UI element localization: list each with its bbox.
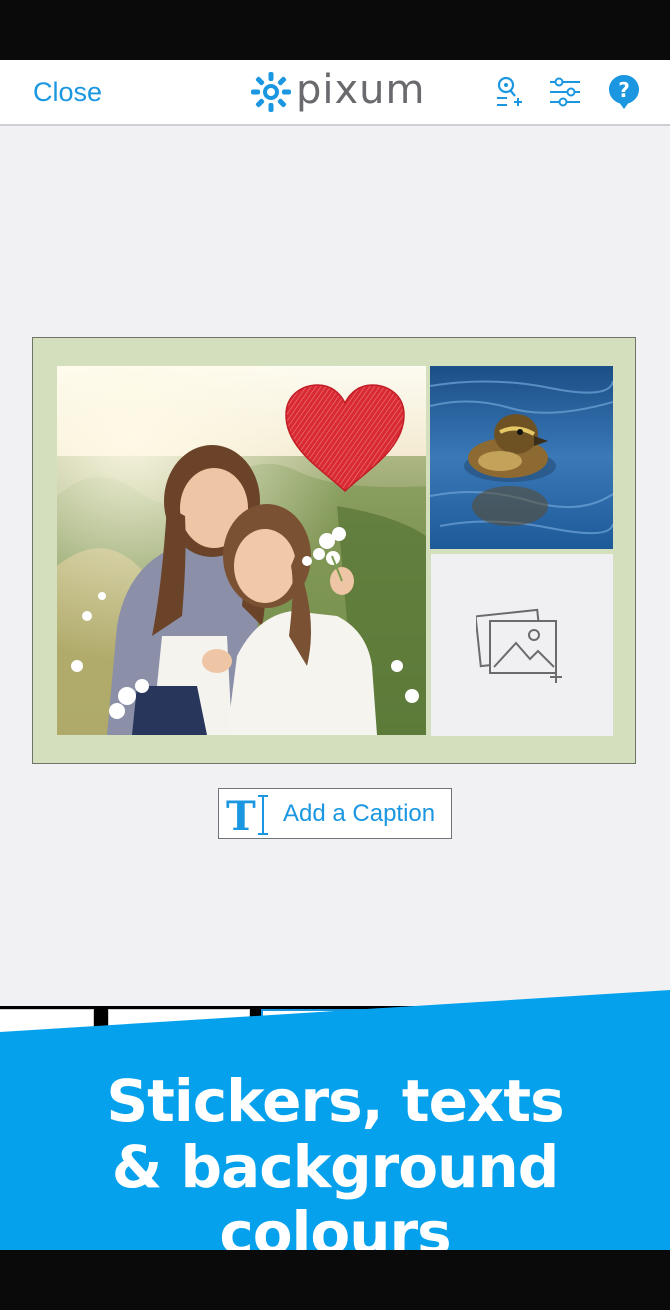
add-caption-button[interactable]: T Add a Caption [218, 788, 452, 839]
caption-label: Add a Caption [283, 799, 436, 827]
logo-text: pixum [296, 67, 426, 113]
duckling-photo[interactable] [430, 366, 613, 549]
pixum-logo: pixum [250, 67, 426, 116]
heart-sticker[interactable] [284, 383, 406, 495]
text-cursor-icon: T [219, 790, 275, 838]
add-photo-icon [476, 608, 562, 683]
status-bar [0, 0, 670, 60]
sliders-icon[interactable] [543, 70, 587, 114]
empty-photo-slot[interactable] [431, 554, 613, 736]
nav-bar [0, 1250, 670, 1310]
promo-banner-text: Stickers, texts & background colours [0, 1068, 670, 1266]
close-button[interactable]: Close [33, 72, 102, 112]
svg-text:T: T [226, 793, 256, 836]
app-header: Close pixum ? [0, 60, 670, 126]
help-icon[interactable]: ? [602, 70, 646, 114]
zoom-add-icon[interactable] [487, 70, 531, 114]
banner-line-1: Stickers, texts [106, 1067, 564, 1135]
sun-logo-icon [251, 72, 291, 112]
banner-line-2: & background colours [111, 1133, 559, 1267]
svg-text:?: ? [618, 78, 630, 102]
